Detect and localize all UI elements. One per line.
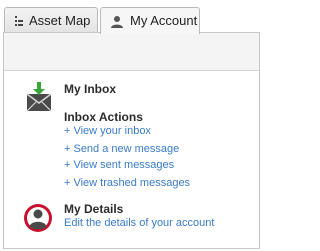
details-title: My Details xyxy=(64,202,124,216)
account-panel: My Inbox Inbox Actions + View your inbox… xyxy=(3,32,260,249)
edit-details-link[interactable]: Edit the details of your account xyxy=(64,217,214,229)
user-avatar-icon xyxy=(23,203,53,238)
inbox-envelope-icon xyxy=(22,80,56,119)
view-trashed-link[interactable]: + View trashed messages xyxy=(64,177,190,189)
tab-asset-map[interactable]: Asset Map xyxy=(4,7,98,33)
inbox-actions-title: Inbox Actions xyxy=(64,110,143,124)
view-sent-link[interactable]: + View sent messages xyxy=(64,159,174,171)
inbox-title: My Inbox xyxy=(64,82,117,96)
send-message-link[interactable]: + Send a new message xyxy=(64,143,179,155)
panel-toolbar xyxy=(4,33,259,71)
tab-asset-map-label: Asset Map xyxy=(29,13,91,28)
tab-bar: Asset Map My Account xyxy=(0,0,263,34)
user-icon xyxy=(110,13,124,37)
view-inbox-link[interactable]: + View your inbox xyxy=(64,125,151,137)
tab-my-account[interactable]: My Account xyxy=(100,7,200,34)
tab-my-account-label: My Account xyxy=(130,13,198,28)
